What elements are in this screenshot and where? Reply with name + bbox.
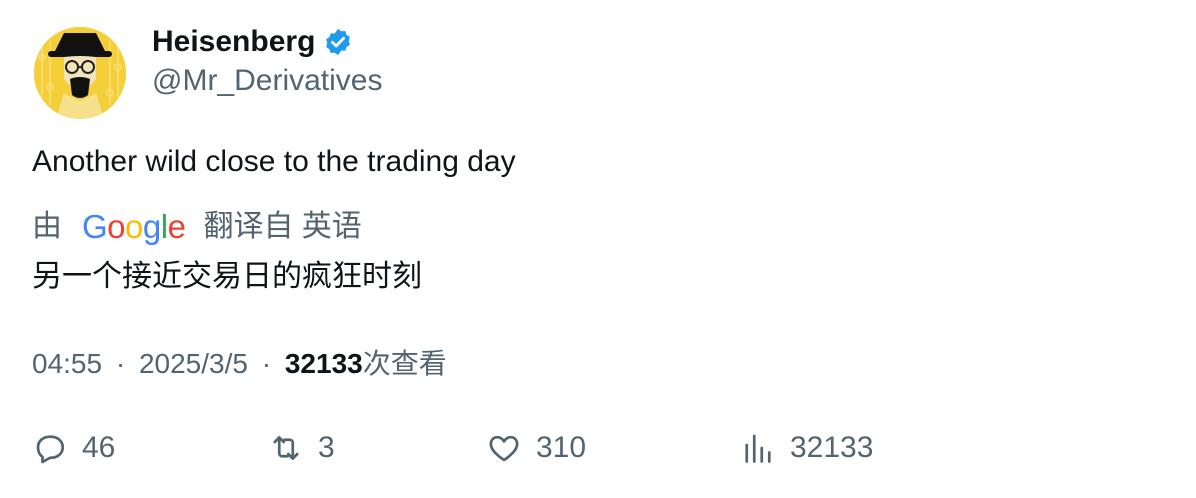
translation-attribution: 由 Google 翻译自 英语	[32, 206, 362, 248]
translation-suffix: 翻译自 英语	[203, 210, 362, 243]
retweet-icon	[273, 436, 299, 460]
views-label: 次查看	[362, 348, 447, 379]
translation-prefix: 由	[32, 210, 62, 243]
reply-button[interactable]: 46	[32, 430, 115, 466]
tweet-date[interactable]: 2025/3/5	[139, 348, 248, 379]
action-bar: 46 3 310 32133	[0, 430, 1196, 476]
google-logo-icon: Google	[82, 206, 186, 248]
like-count: 310	[536, 431, 587, 464]
retweet-count: 3	[318, 431, 335, 464]
meta-separator: ·	[261, 348, 272, 379]
retweet-button[interactable]: 3	[268, 430, 335, 466]
avatar[interactable]	[34, 27, 126, 119]
verified-badge-icon	[323, 27, 353, 57]
reply-count: 46	[82, 431, 116, 464]
google-logo-letter: g	[142, 208, 161, 245]
google-logo-letter: l	[160, 208, 168, 245]
heart-icon	[489, 435, 519, 462]
views-button[interactable]: 32133	[740, 430, 873, 466]
google-logo-letter: G	[82, 208, 108, 245]
tweet-time[interactable]: 04:55	[32, 348, 102, 379]
tweet-text: Another wild close to the trading day	[32, 145, 516, 178]
user-handle[interactable]: @Mr_Derivatives	[152, 62, 383, 100]
tweet-meta: 04:55 · 2025/3/5 · 32133次查看	[32, 344, 447, 384]
heisenberg-avatar-icon	[34, 27, 126, 119]
views-count: 32133	[284, 348, 363, 379]
translated-text: 另一个接近交易日的疯狂时刻	[32, 260, 422, 293]
google-logo-letter: o	[107, 208, 126, 245]
user-name-row[interactable]: Heisenberg	[152, 22, 353, 62]
google-logo-letter: o	[125, 208, 143, 245]
views-action-count: 32133	[790, 431, 874, 464]
analytics-icon	[745, 434, 771, 463]
display-name[interactable]: Heisenberg	[152, 22, 315, 62]
reply-icon	[36, 435, 65, 464]
google-logo-letter: e	[167, 208, 186, 245]
meta-separator: ·	[115, 348, 126, 379]
like-button[interactable]: 310	[486, 430, 586, 466]
